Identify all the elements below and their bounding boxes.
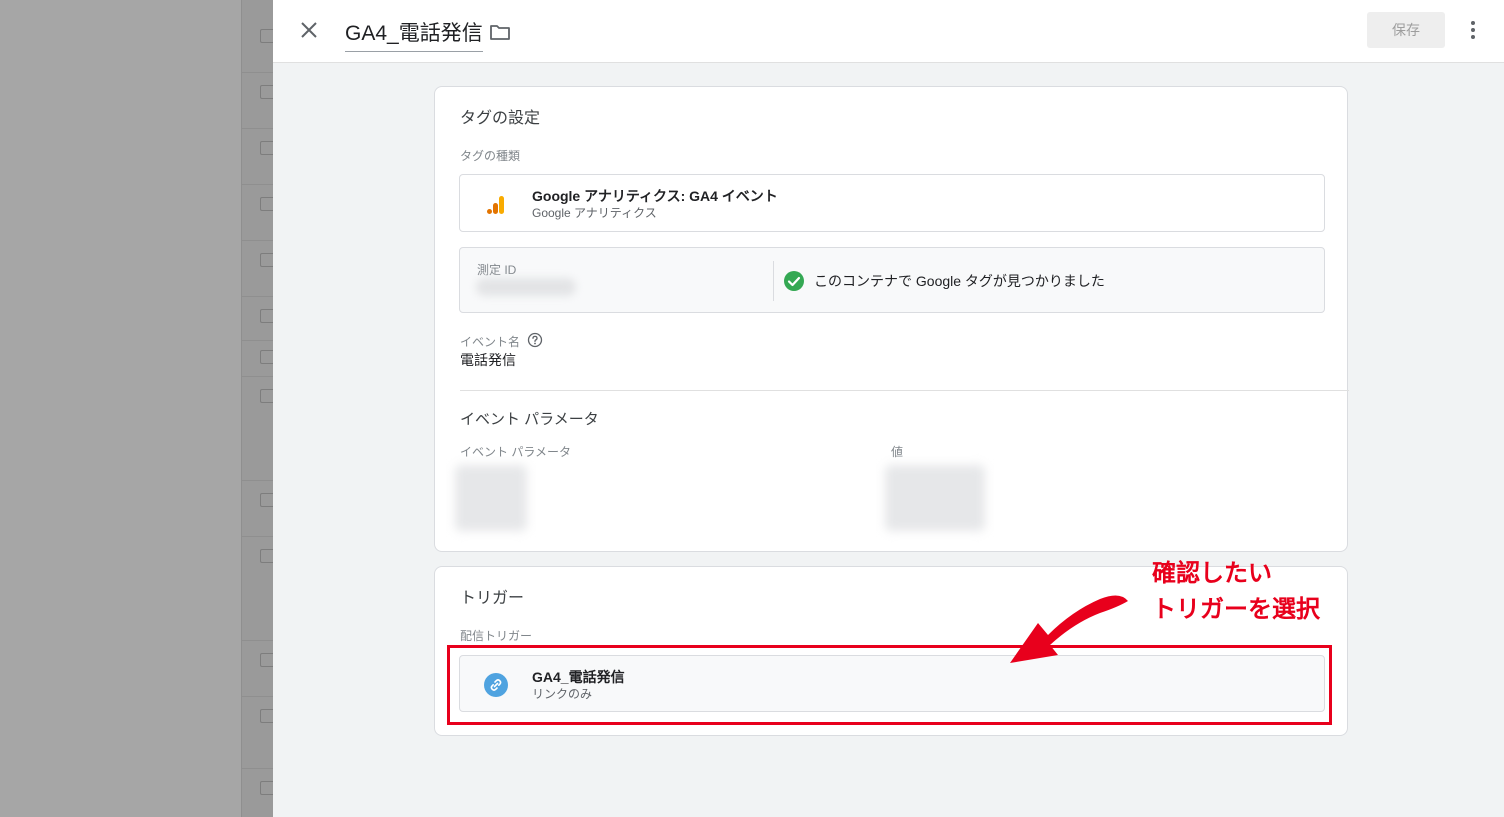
background-divider	[241, 184, 273, 185]
card-divider	[460, 390, 1349, 391]
background-list	[0, 0, 273, 817]
event-parameter-column-header: イベント パラメータ	[460, 445, 571, 459]
measurement-id-label: 測定 ID	[477, 263, 517, 277]
annotation-text: 確認したい トリガーを選択	[1152, 556, 1320, 628]
event-name-value: 電話発信	[460, 352, 516, 368]
background-divider	[241, 296, 273, 297]
google-tag-found-text: このコンテナで Google タグが見つかりました	[814, 273, 1105, 289]
background-list-strip	[241, 0, 273, 817]
background-checkbox	[260, 781, 273, 795]
tag-type-box[interactable]: Google アナリティクス: GA4 イベント Google アナリティクス	[459, 174, 1325, 232]
measurement-id-value-redacted	[476, 278, 576, 296]
tag-type-label: タグの種類	[460, 149, 521, 163]
background-divider	[241, 640, 273, 641]
close-icon	[301, 22, 317, 38]
background-divider	[241, 536, 273, 537]
measurement-id-divider	[773, 261, 774, 301]
background-divider	[241, 480, 273, 481]
save-button[interactable]: 保存	[1367, 12, 1445, 48]
folder-button[interactable]	[488, 20, 512, 44]
background-checkbox	[260, 549, 273, 563]
annotation-highlight-box	[447, 645, 1332, 725]
background-divider	[241, 128, 273, 129]
close-button[interactable]	[297, 18, 321, 42]
event-values-redacted	[885, 465, 985, 531]
background-checkbox	[260, 493, 273, 507]
background-divider	[241, 72, 273, 73]
tag-configuration-card[interactable]: タグの設定 タグの種類 Google アナリティクス: GA4 イベント Goo…	[434, 86, 1349, 552]
more-options-button[interactable]	[1461, 18, 1485, 42]
background-checkbox	[260, 197, 273, 211]
tag-name-title[interactable]: GA4_電話発信	[345, 17, 483, 52]
event-parameters-redacted	[455, 465, 527, 531]
analytics-icon	[487, 196, 504, 214]
background-checkbox	[260, 389, 273, 403]
folder-icon	[490, 25, 510, 40]
more-vert-icon	[1471, 21, 1475, 39]
tag-type-name: Google アナリティクス: GA4 イベント	[532, 188, 778, 204]
background-divider	[241, 696, 273, 697]
background-checkbox	[260, 309, 273, 323]
tag-configuration-title: タグの設定	[460, 110, 541, 127]
triggering-title: トリガー	[460, 590, 525, 607]
check-circle-icon	[784, 271, 804, 291]
event-name-label: イベント名	[460, 335, 521, 349]
background-checkbox	[260, 653, 273, 667]
measurement-id-box: 測定 ID このコンテナで Google タグが見つかりました	[459, 247, 1325, 313]
background-checkbox	[260, 253, 273, 267]
annotation-line-2: トリガーを選択	[1152, 596, 1320, 623]
background-checkbox	[260, 350, 273, 364]
event-parameters-title: イベント パラメータ	[460, 411, 599, 428]
firing-triggers-label: 配信トリガー	[460, 629, 533, 643]
background-checkbox	[260, 29, 273, 43]
value-column-header: 値	[891, 445, 904, 459]
tag-type-subtitle: Google アナリティクス	[532, 206, 657, 220]
background-checkbox	[260, 709, 273, 723]
editor-top-bar: GA4_電話発信 保存	[273, 0, 1504, 63]
help-icon[interactable]	[527, 332, 543, 348]
background-divider	[241, 240, 273, 241]
annotation-arrow-icon	[1010, 595, 1128, 663]
background-divider	[241, 376, 273, 377]
background-checkbox	[260, 85, 273, 99]
background-divider	[241, 768, 273, 769]
background-divider	[241, 340, 273, 341]
annotation-line-1: 確認したい	[1152, 560, 1272, 587]
background-checkbox	[260, 141, 273, 155]
